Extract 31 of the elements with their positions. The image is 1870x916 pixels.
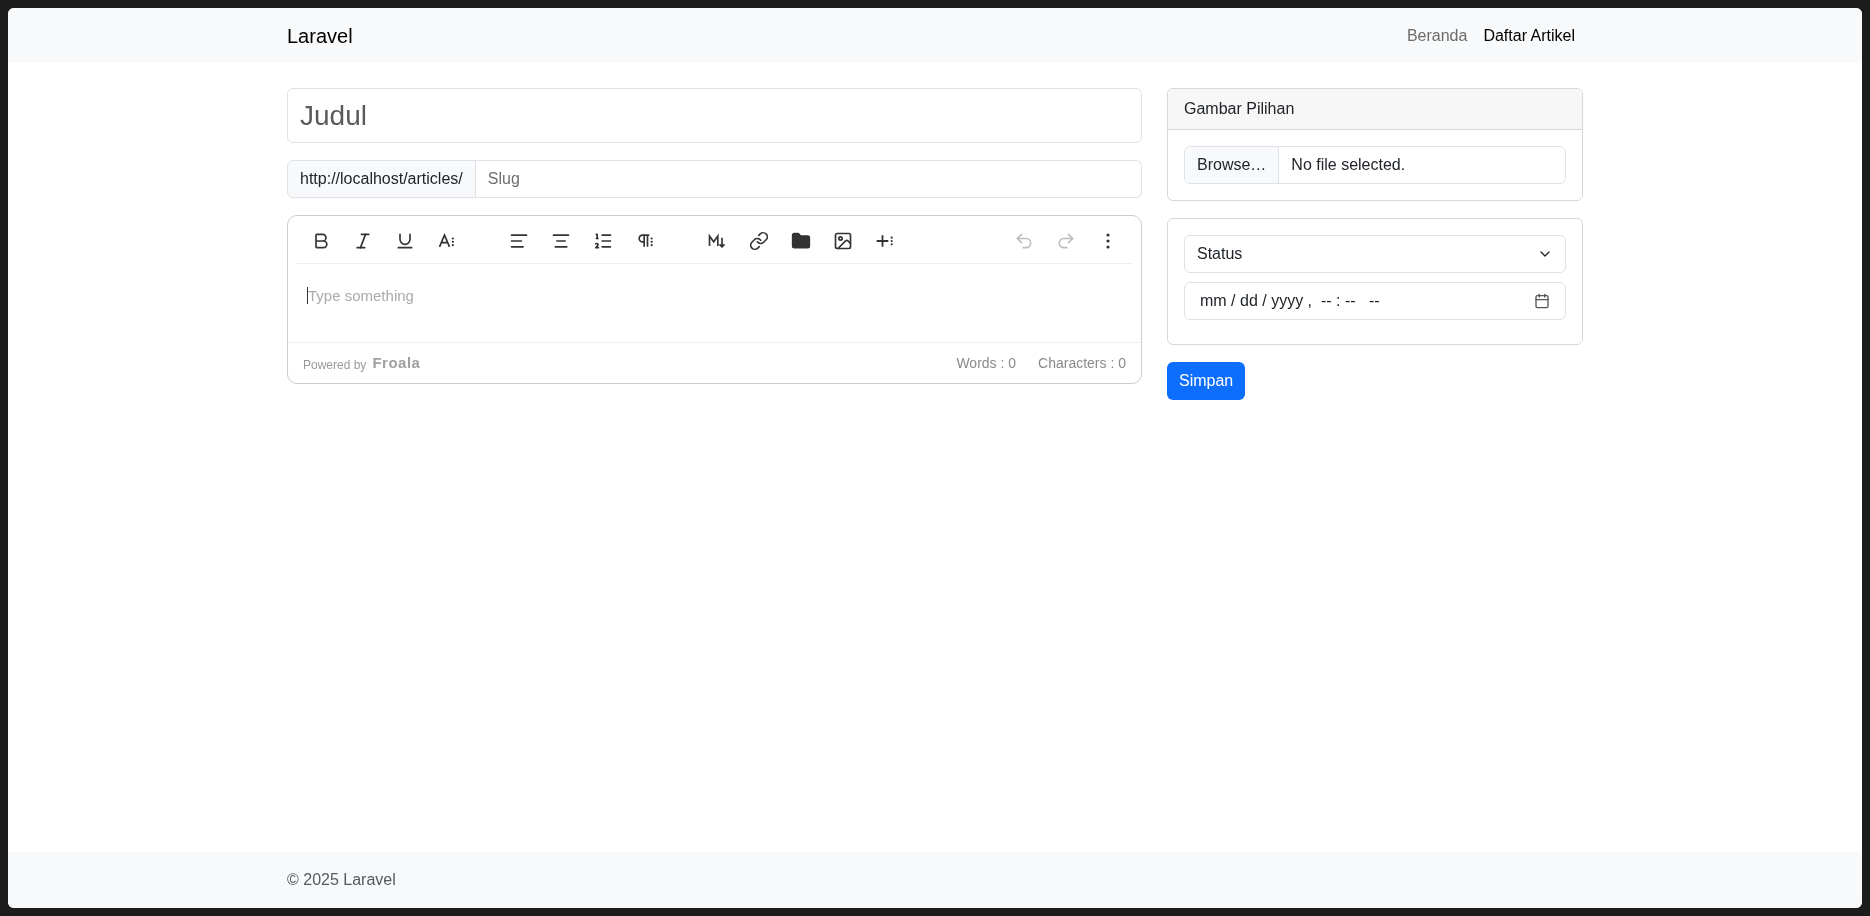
file-status: No file selected.: [1290, 155, 1407, 175]
status-select[interactable]: Status: [1184, 235, 1566, 273]
align-left-icon: [509, 231, 529, 251]
nav-link[interactable]: Beranda: [1406, 23, 1468, 48]
url-prefix: http://localhost/articles/: [287, 160, 476, 198]
link-icon: [749, 231, 769, 251]
ordered-list-icon: [593, 231, 613, 251]
powered-by-text: Powered by: [303, 357, 367, 375]
italic-icon: [353, 231, 373, 251]
slug-field[interactable]: Slug: [475, 160, 1142, 198]
image-icon: [833, 231, 853, 251]
folder-icon: [791, 231, 811, 251]
markdown-icon: [707, 231, 727, 251]
brand-link[interactable]: Laravel: [287, 20, 353, 51]
redo-icon: [1056, 231, 1076, 251]
undo-icon: [1014, 231, 1034, 251]
editor-placeholder: Type something: [307, 287, 414, 304]
word-count: Words : 0: [956, 353, 1017, 373]
title-field[interactable]: Judul: [287, 88, 1142, 143]
copyright-text: © 2025 Laravel: [287, 871, 396, 888]
save-button[interactable]: Simpan: [1167, 362, 1246, 400]
align-center-icon: [551, 231, 571, 251]
nav-link[interactable]: Daftar Artikel: [1483, 23, 1575, 48]
datetime-field[interactable]: mm / dd / yyyy , -- : -- --: [1184, 282, 1566, 320]
more-icon: [1106, 233, 1110, 249]
card-header: Gambar Pilihan: [1168, 89, 1582, 130]
character-count: Characters : 0: [1038, 353, 1126, 373]
calendar-icon[interactable]: [1534, 293, 1550, 309]
underline-icon: [395, 231, 415, 251]
browse-button[interactable]: Browse…: [1185, 147, 1280, 183]
file-input[interactable]: Browse… No file selected.: [1184, 146, 1566, 184]
